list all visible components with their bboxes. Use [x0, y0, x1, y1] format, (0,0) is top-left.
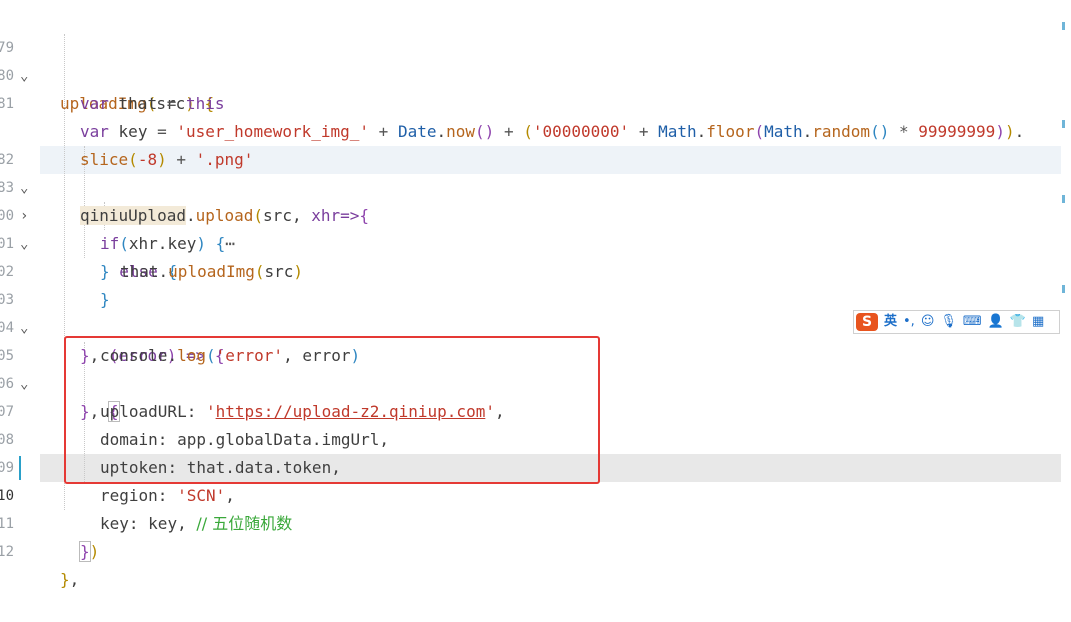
code-line-79[interactable]: 79 ⌄ uploadImg(src) {: [0, 6, 1061, 113]
ime-toolbar[interactable]: S 英 •, ☺ 🎙 ⌨ 👤 👕 ▦: [853, 310, 1060, 334]
code-line-02[interactable]: 02 }: [0, 230, 1061, 309]
code-line-81-wrap[interactable]: slice(-8) + '.png': [0, 90, 1061, 169]
code-line-12[interactable]: 12 },: [0, 510, 1061, 589]
code-line-01[interactable]: 01 that.uploadImg(src): [0, 202, 1061, 281]
language-toggle[interactable]: 英: [884, 313, 897, 331]
smile-icon[interactable]: ☺: [921, 313, 935, 331]
code-line-00[interactable]: 00 ⌄ } else {: [0, 174, 1061, 281]
mic-icon[interactable]: 🎙: [940, 313, 957, 331]
code-line-82[interactable]: 82 ⌄ qiniuUpload.upload(src, xhr=>{: [0, 118, 1061, 225]
sogou-logo-icon[interactable]: S: [856, 313, 878, 331]
code-line-11[interactable]: 11 }): [0, 482, 1061, 562]
code-editor[interactable]: 79 ⌄ uploadImg(src) { 80 var that = this…: [0, 0, 1071, 589]
scrollbar-marker: [1062, 120, 1065, 128]
line-number: 12: [0, 544, 14, 560]
highlight-annotation-box: [64, 336, 600, 484]
code-line-80[interactable]: 80 var that = this: [0, 34, 1061, 113]
shirt-icon[interactable]: 👕: [1010, 313, 1026, 331]
scrollbar-marker: [1062, 195, 1065, 203]
code-line-03[interactable]: 03 ⌄ }, (error) => {: [0, 258, 1061, 365]
code-line-83[interactable]: 83 › if(xhr.key) {⋯: [0, 146, 1061, 253]
person-icon[interactable]: 👤: [988, 313, 1004, 331]
code-line-81[interactable]: 81 var key = 'user_homework_img_' + Date…: [0, 62, 1061, 141]
scrollbar-marker: [1062, 22, 1065, 30]
scrollbar-marker: [1062, 285, 1065, 293]
keyboard-icon[interactable]: ⌨: [963, 313, 982, 331]
grid-icon[interactable]: ▦: [1032, 313, 1044, 331]
punctuation-toggle[interactable]: •,: [903, 313, 915, 331]
